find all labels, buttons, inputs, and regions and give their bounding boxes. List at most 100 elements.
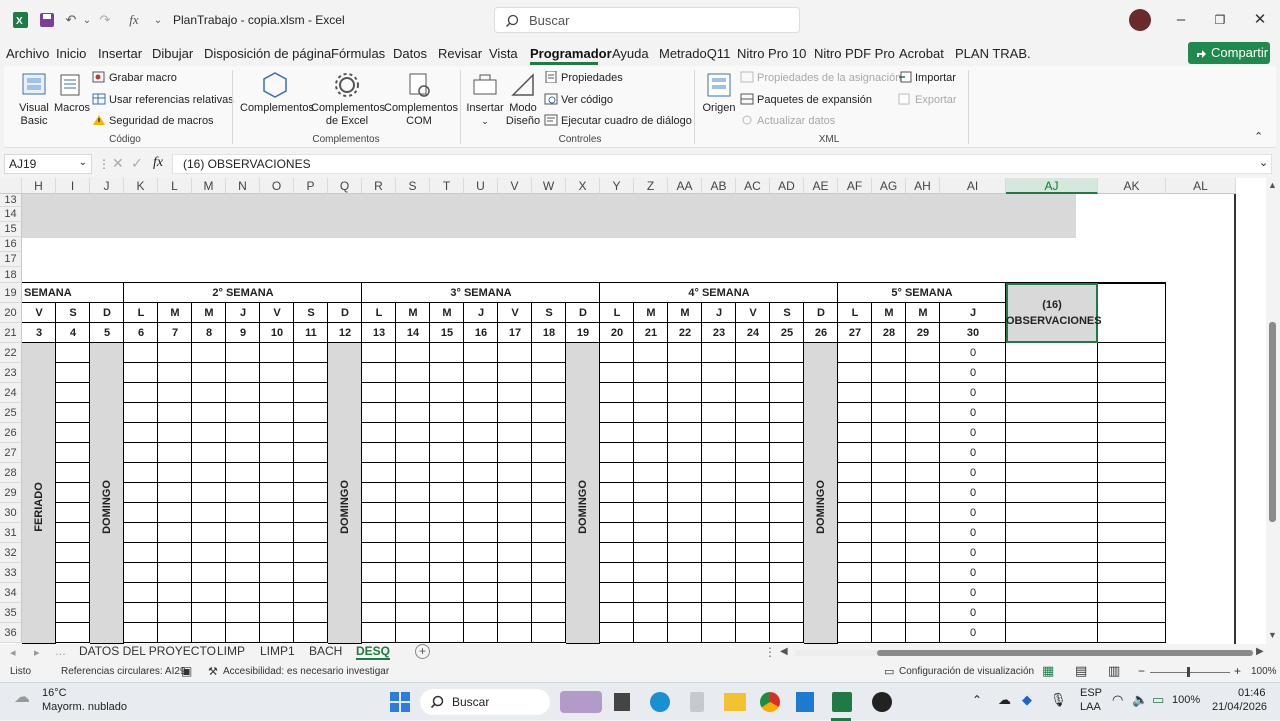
data-cell[interactable] — [600, 403, 634, 423]
data-cell[interactable] — [838, 623, 872, 643]
select-all-corner[interactable] — [0, 178, 22, 194]
data-cell[interactable] — [56, 363, 90, 383]
data-cell[interactable] — [498, 343, 532, 363]
com-addins-button[interactable]: Complementos COM — [384, 70, 458, 128]
data-cell[interactable] — [702, 343, 736, 363]
data-cell[interactable] — [430, 363, 464, 383]
data-cell[interactable] — [872, 623, 906, 643]
sheet-tab-datos-proyecto[interactable]: DATOS DEL PROYECTO — [79, 644, 216, 660]
data-cell[interactable] — [906, 363, 940, 383]
data-cell[interactable] — [430, 483, 464, 503]
data-cell[interactable] — [56, 623, 90, 643]
scroll-tabs-left-icon[interactable]: ◂ — [10, 646, 16, 659]
data-cell[interactable] — [226, 543, 260, 563]
data-cell[interactable] — [294, 603, 328, 623]
data-cell[interactable] — [124, 443, 158, 463]
column-header[interactable]: J — [90, 178, 124, 194]
data-cell[interactable] — [532, 363, 566, 383]
tab-acrobat[interactable]: Acrobat — [899, 46, 944, 61]
row-header[interactable]: 24 — [0, 383, 22, 403]
data-cell[interactable] — [226, 623, 260, 643]
data-cell[interactable] — [906, 383, 940, 403]
row-header[interactable]: 20 — [0, 303, 22, 323]
insert-control-button[interactable]: Insertar ⌄ — [466, 70, 504, 128]
data-cell[interactable] — [838, 363, 872, 383]
dropbox-icon[interactable]: ◆ — [1022, 692, 1032, 708]
zoom-level[interactable]: 100% — [1251, 666, 1277, 677]
data-cell[interactable] — [362, 543, 396, 563]
more-tabs-icon[interactable]: … — [55, 646, 66, 658]
data-cell[interactable] — [362, 503, 396, 523]
zoom-slider-thumb[interactable] — [1187, 667, 1190, 677]
data-cell[interactable] — [600, 363, 634, 383]
sheet-tab-desq[interactable]: DESQ — [356, 644, 391, 660]
data-cell[interactable] — [294, 363, 328, 383]
data-cell[interactable] — [396, 383, 430, 403]
data-cell[interactable] — [124, 543, 158, 563]
row-header[interactable]: 18 — [0, 267, 22, 283]
record-macro-button[interactable]: Grabar macro — [92, 71, 177, 84]
data-cell[interactable] — [226, 503, 260, 523]
data-cell[interactable] — [532, 523, 566, 543]
data-cell[interactable] — [260, 363, 294, 383]
page-break-view-icon[interactable]: ▥ — [1108, 663, 1120, 679]
scroll-down-icon[interactable]: ▼ — [1268, 630, 1277, 640]
data-cell[interactable] — [158, 523, 192, 543]
data-cell[interactable] — [226, 523, 260, 543]
tab-programador[interactable]: Programador — [530, 46, 612, 61]
data-cell[interactable] — [600, 383, 634, 403]
column-header[interactable]: Q — [328, 178, 362, 194]
data-cell[interactable] — [736, 503, 770, 523]
data-cell[interactable] — [770, 463, 804, 483]
zoom-slider[interactable] — [1150, 672, 1230, 673]
row-header[interactable]: 19 — [0, 283, 22, 303]
data-cell[interactable] — [600, 483, 634, 503]
data-cell[interactable] — [464, 363, 498, 383]
data-cell[interactable] — [600, 603, 634, 623]
data-cell[interactable] — [464, 503, 498, 523]
data-cell[interactable] — [668, 343, 702, 363]
row-header[interactable]: 30 — [0, 503, 22, 523]
data-cell[interactable] — [56, 563, 90, 583]
data-cell[interactable] — [498, 403, 532, 423]
data-cell[interactable] — [1006, 363, 1098, 383]
data-cell[interactable] — [226, 463, 260, 483]
data-cell[interactable] — [736, 403, 770, 423]
data-cell[interactable] — [634, 363, 668, 383]
data-cell[interactable] — [702, 423, 736, 443]
data-cell[interactable] — [634, 523, 668, 543]
data-cell[interactable] — [600, 443, 634, 463]
visual-basic-button[interactable]: Visual Basic — [14, 70, 54, 128]
data-cell[interactable] — [464, 583, 498, 603]
data-cell[interactable] — [532, 443, 566, 463]
data-cell[interactable] — [1098, 503, 1166, 523]
tab-vista[interactable]: Vista — [489, 46, 518, 61]
data-cell[interactable] — [464, 443, 498, 463]
data-cell[interactable] — [260, 463, 294, 483]
data-cell[interactable] — [192, 443, 226, 463]
data-cell[interactable] — [1098, 483, 1166, 503]
relative-references-button[interactable]: Usar referencias relativas — [92, 93, 234, 106]
tab-dibujar[interactable]: Dibujar — [152, 46, 193, 61]
scroll-up-icon[interactable]: ▲ — [1268, 180, 1277, 190]
data-cell[interactable] — [464, 543, 498, 563]
data-cell[interactable] — [838, 563, 872, 583]
data-cell[interactable] — [294, 503, 328, 523]
close-icon[interactable]: ✕ — [1245, 8, 1275, 32]
data-cell[interactable] — [56, 583, 90, 603]
vertical-scrollbar-thumb[interactable] — [1269, 322, 1276, 522]
data-cell[interactable] — [260, 403, 294, 423]
data-cell[interactable] — [634, 583, 668, 603]
macro-record-icon[interactable]: ▣ — [181, 664, 192, 678]
redo-icon[interactable]: ↷ — [95, 10, 115, 30]
horizontal-scrollbar-thumb[interactable] — [877, 650, 1253, 656]
row-header[interactable]: 26 — [0, 423, 22, 443]
row-header[interactable]: 25 — [0, 403, 22, 423]
data-cell[interactable] — [668, 623, 702, 643]
data-cell[interactable] — [770, 403, 804, 423]
sheet-tab-limp[interactable]: LIMP — [217, 644, 245, 660]
data-cell[interactable] — [1098, 443, 1166, 463]
data-cell[interactable] — [226, 383, 260, 403]
data-cell[interactable] — [430, 583, 464, 603]
data-cell[interactable] — [736, 583, 770, 603]
